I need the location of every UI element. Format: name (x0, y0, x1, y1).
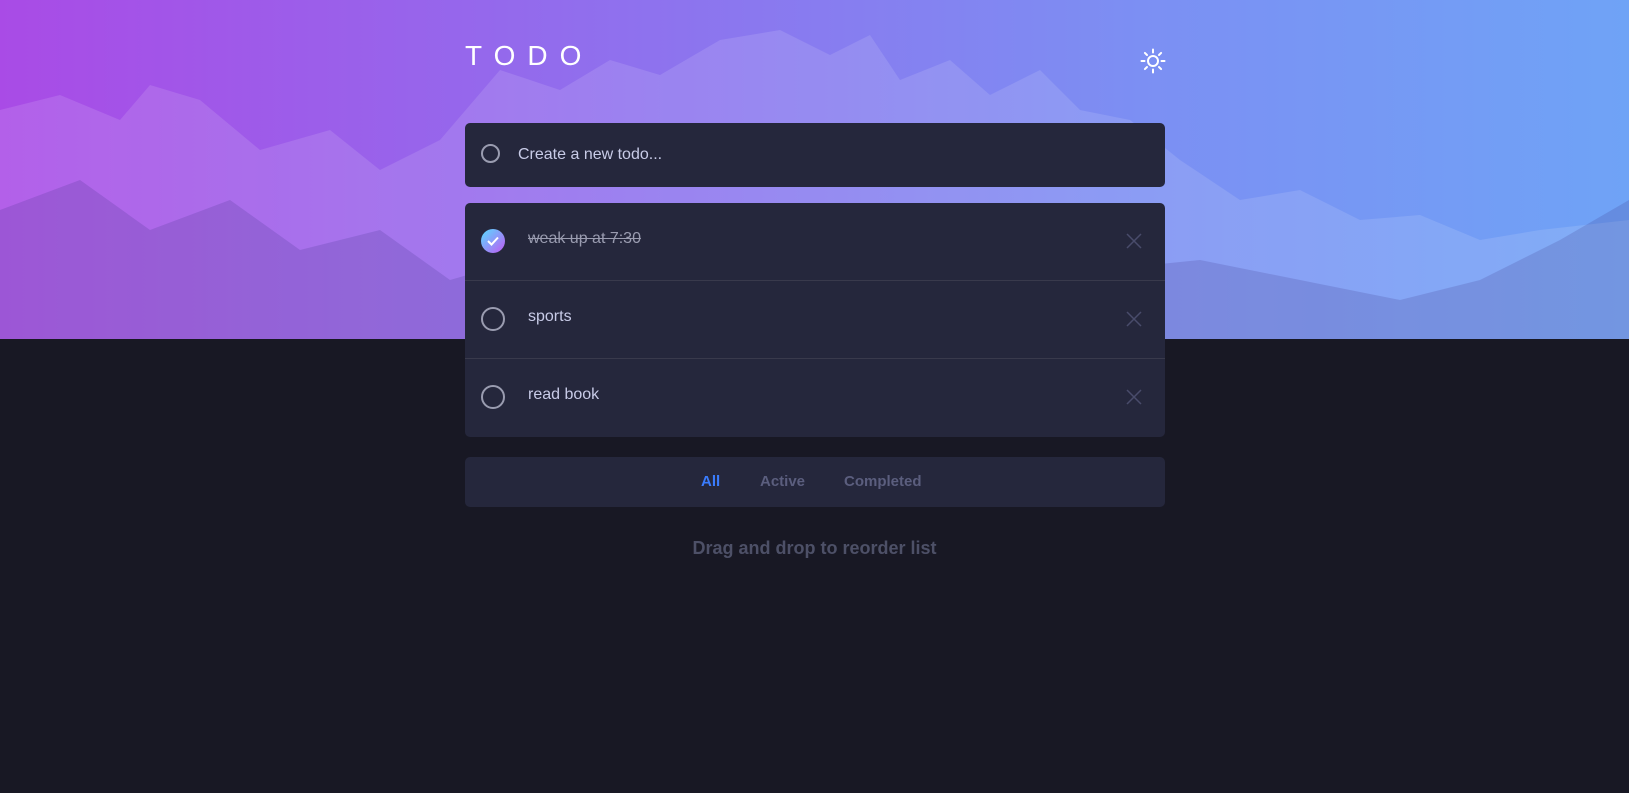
theme-toggle-button[interactable] (1140, 48, 1166, 74)
delete-todo-button[interactable] (1126, 389, 1142, 405)
reorder-hint: Drag and drop to reorder list (692, 538, 937, 558)
todo-item[interactable]: weak up at 7:30 (465, 203, 1165, 281)
todo-text: sports (528, 308, 572, 325)
todo-text: read book (528, 386, 600, 403)
new-todo-panel (465, 123, 1165, 187)
close-icon (1126, 311, 1142, 327)
filter-bar: All Active Completed (465, 457, 1165, 507)
delete-todo-button[interactable] (1126, 233, 1142, 249)
todo-checkbox[interactable] (481, 385, 505, 409)
todo-checkbox[interactable] (481, 307, 505, 331)
delete-todo-button[interactable] (1126, 311, 1142, 327)
checkmark-icon (487, 236, 499, 246)
todo-text: weak up at 7:30 (528, 230, 641, 247)
todo-list: weak up at 7:30 sports read book (465, 203, 1165, 437)
todo-item[interactable]: sports (465, 281, 1165, 359)
todo-item[interactable]: read book (465, 359, 1165, 437)
app-title: TODO (465, 40, 594, 71)
filter-completed-tab[interactable]: Completed (844, 473, 922, 490)
filter-all-tab[interactable]: All (701, 473, 720, 490)
filter-active-tab[interactable]: Active (760, 473, 805, 490)
new-todo-input[interactable] (516, 139, 1140, 171)
new-todo-circle-icon (481, 144, 500, 163)
close-icon (1126, 389, 1142, 405)
todo-checkbox-checked[interactable] (481, 229, 505, 253)
sun-icon (1140, 48, 1166, 74)
close-icon (1126, 233, 1142, 249)
